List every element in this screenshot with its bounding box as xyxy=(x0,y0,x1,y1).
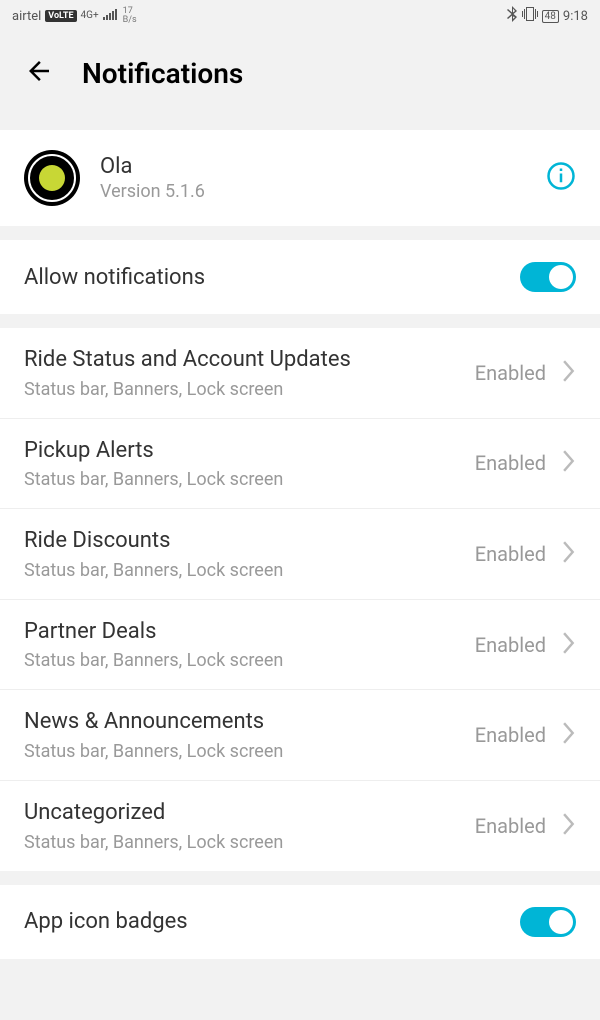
category-list: Ride Status and Account Updates Status b… xyxy=(0,328,600,871)
category-title: Ride Discounts xyxy=(24,527,459,556)
app-name: Ola xyxy=(100,154,526,179)
category-news-announcements[interactable]: News & Announcements Status bar, Banners… xyxy=(0,690,600,781)
category-sub: Status bar, Banners, Lock screen xyxy=(24,469,459,490)
battery-indicator: 48 xyxy=(542,10,559,23)
chevron-right-icon xyxy=(562,632,576,658)
category-partner-deals[interactable]: Partner Deals Status bar, Banners, Lock … xyxy=(0,600,600,691)
page-title: Notifications xyxy=(82,57,243,90)
category-status: Enabled xyxy=(475,814,546,838)
app-icon-badges-label: App icon badges xyxy=(24,909,188,934)
category-title: News & Announcements xyxy=(24,708,459,737)
chevron-right-icon xyxy=(562,722,576,748)
allow-notifications-toggle[interactable] xyxy=(520,262,576,292)
app-icon-badges-section: App icon badges xyxy=(0,885,600,959)
carrier-label: airtel xyxy=(12,9,41,24)
allow-notifications-label: Allow notifications xyxy=(24,265,205,290)
app-bar: Notifications xyxy=(0,32,600,114)
category-sub: Status bar, Banners, Lock screen xyxy=(24,560,459,581)
chevron-right-icon xyxy=(562,813,576,839)
category-title: Pickup Alerts xyxy=(24,437,459,466)
category-uncategorized[interactable]: Uncategorized Status bar, Banners, Lock … xyxy=(0,781,600,871)
bluetooth-icon xyxy=(506,6,518,26)
allow-notifications-row[interactable]: Allow notifications xyxy=(0,240,600,314)
category-status: Enabled xyxy=(475,542,546,566)
vibrate-icon xyxy=(522,7,538,25)
category-title: Uncategorized xyxy=(24,799,459,828)
clock: 9:18 xyxy=(563,9,588,24)
category-status: Enabled xyxy=(475,451,546,475)
chevron-right-icon xyxy=(562,450,576,476)
app-icon-badges-row[interactable]: App icon badges xyxy=(0,885,600,959)
info-icon[interactable] xyxy=(546,161,576,195)
app-icon xyxy=(24,150,80,206)
allow-notifications-section: Allow notifications xyxy=(0,240,600,314)
category-status: Enabled xyxy=(475,723,546,747)
status-bar: airtel VoLTE 4G+ 17 B/s 48 9:18 xyxy=(0,0,600,32)
category-title: Partner Deals xyxy=(24,618,459,647)
status-right: 48 9:18 xyxy=(506,6,588,26)
app-version: Version 5.1.6 xyxy=(100,181,526,202)
status-left: airtel VoLTE 4G+ 17 B/s xyxy=(12,7,137,25)
data-rate: 17 B/s xyxy=(123,7,137,25)
category-sub: Status bar, Banners, Lock screen xyxy=(24,650,459,671)
app-info-card: Ola Version 5.1.6 xyxy=(0,130,600,226)
app-icon-badges-toggle[interactable] xyxy=(520,907,576,937)
category-title: Ride Status and Account Updates xyxy=(24,346,459,375)
chevron-right-icon xyxy=(562,541,576,567)
category-sub: Status bar, Banners, Lock screen xyxy=(24,379,459,400)
category-ride-status[interactable]: Ride Status and Account Updates Status b… xyxy=(0,328,600,419)
volte-badge: VoLTE xyxy=(45,10,76,22)
network-type: 4G+ xyxy=(81,11,99,21)
category-pickup-alerts[interactable]: Pickup Alerts Status bar, Banners, Lock … xyxy=(0,419,600,510)
category-ride-discounts[interactable]: Ride Discounts Status bar, Banners, Lock… xyxy=(0,509,600,600)
category-status: Enabled xyxy=(475,633,546,657)
category-status: Enabled xyxy=(475,361,546,385)
app-text: Ola Version 5.1.6 xyxy=(100,154,526,202)
chevron-right-icon xyxy=(562,360,576,386)
category-sub: Status bar, Banners, Lock screen xyxy=(24,832,459,853)
signal-icon xyxy=(103,8,119,24)
category-sub: Status bar, Banners, Lock screen xyxy=(24,741,459,762)
back-arrow-icon[interactable] xyxy=(24,56,54,90)
